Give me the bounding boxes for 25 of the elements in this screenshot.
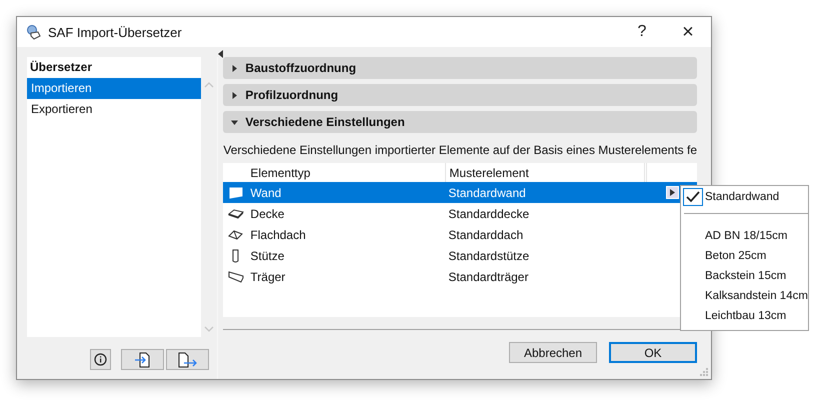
description-text: Verschiedene Einstellungen importierter Elemente auf der Basis eines Musterelements fe — [223, 143, 697, 157]
table-cell-text: Träger — [249, 268, 286, 286]
table-cell-text: Standardwand — [447, 184, 527, 202]
dialog-button[interactable]: Abbrechen — [509, 342, 597, 363]
section-header[interactable]: Baustoffzuordnung — [223, 57, 697, 79]
help-button[interactable]: ? — [619, 17, 665, 47]
table-cell-text: Standardträger — [447, 268, 530, 286]
table-cell-text: Decke — [249, 206, 286, 222]
section-header[interactable]: Profilzuordnung — [223, 84, 697, 106]
table-cell-text: Wand — [249, 184, 282, 202]
table-row[interactable]: Wand Standardwand — [223, 182, 697, 203]
list-item[interactable]: Exportieren — [27, 99, 201, 120]
dialog-button[interactable]: OK — [609, 342, 697, 363]
list-item[interactable]: Importieren — [27, 78, 201, 99]
menu-item[interactable]: Leichtbau 13cm — [681, 306, 808, 326]
table-cell-text: Standarddach — [447, 226, 524, 244]
list-heading: Übersetzer — [29, 59, 94, 76]
table-cell-text: Standarddecke — [447, 206, 530, 222]
menu-item[interactable]: Kalksandstein 14cm — [681, 286, 808, 306]
table-cell-text: Flachdach — [249, 226, 307, 244]
section-header[interactable]: Verschiedene Einstellungen — [223, 111, 697, 133]
close-button[interactable]: × — [665, 17, 711, 47]
table-cell-text: Stütze — [249, 248, 286, 264]
window-title: SAF Import-Übersetzer — [48, 24, 183, 40]
table-cell-text: Standardstütze — [447, 248, 530, 264]
